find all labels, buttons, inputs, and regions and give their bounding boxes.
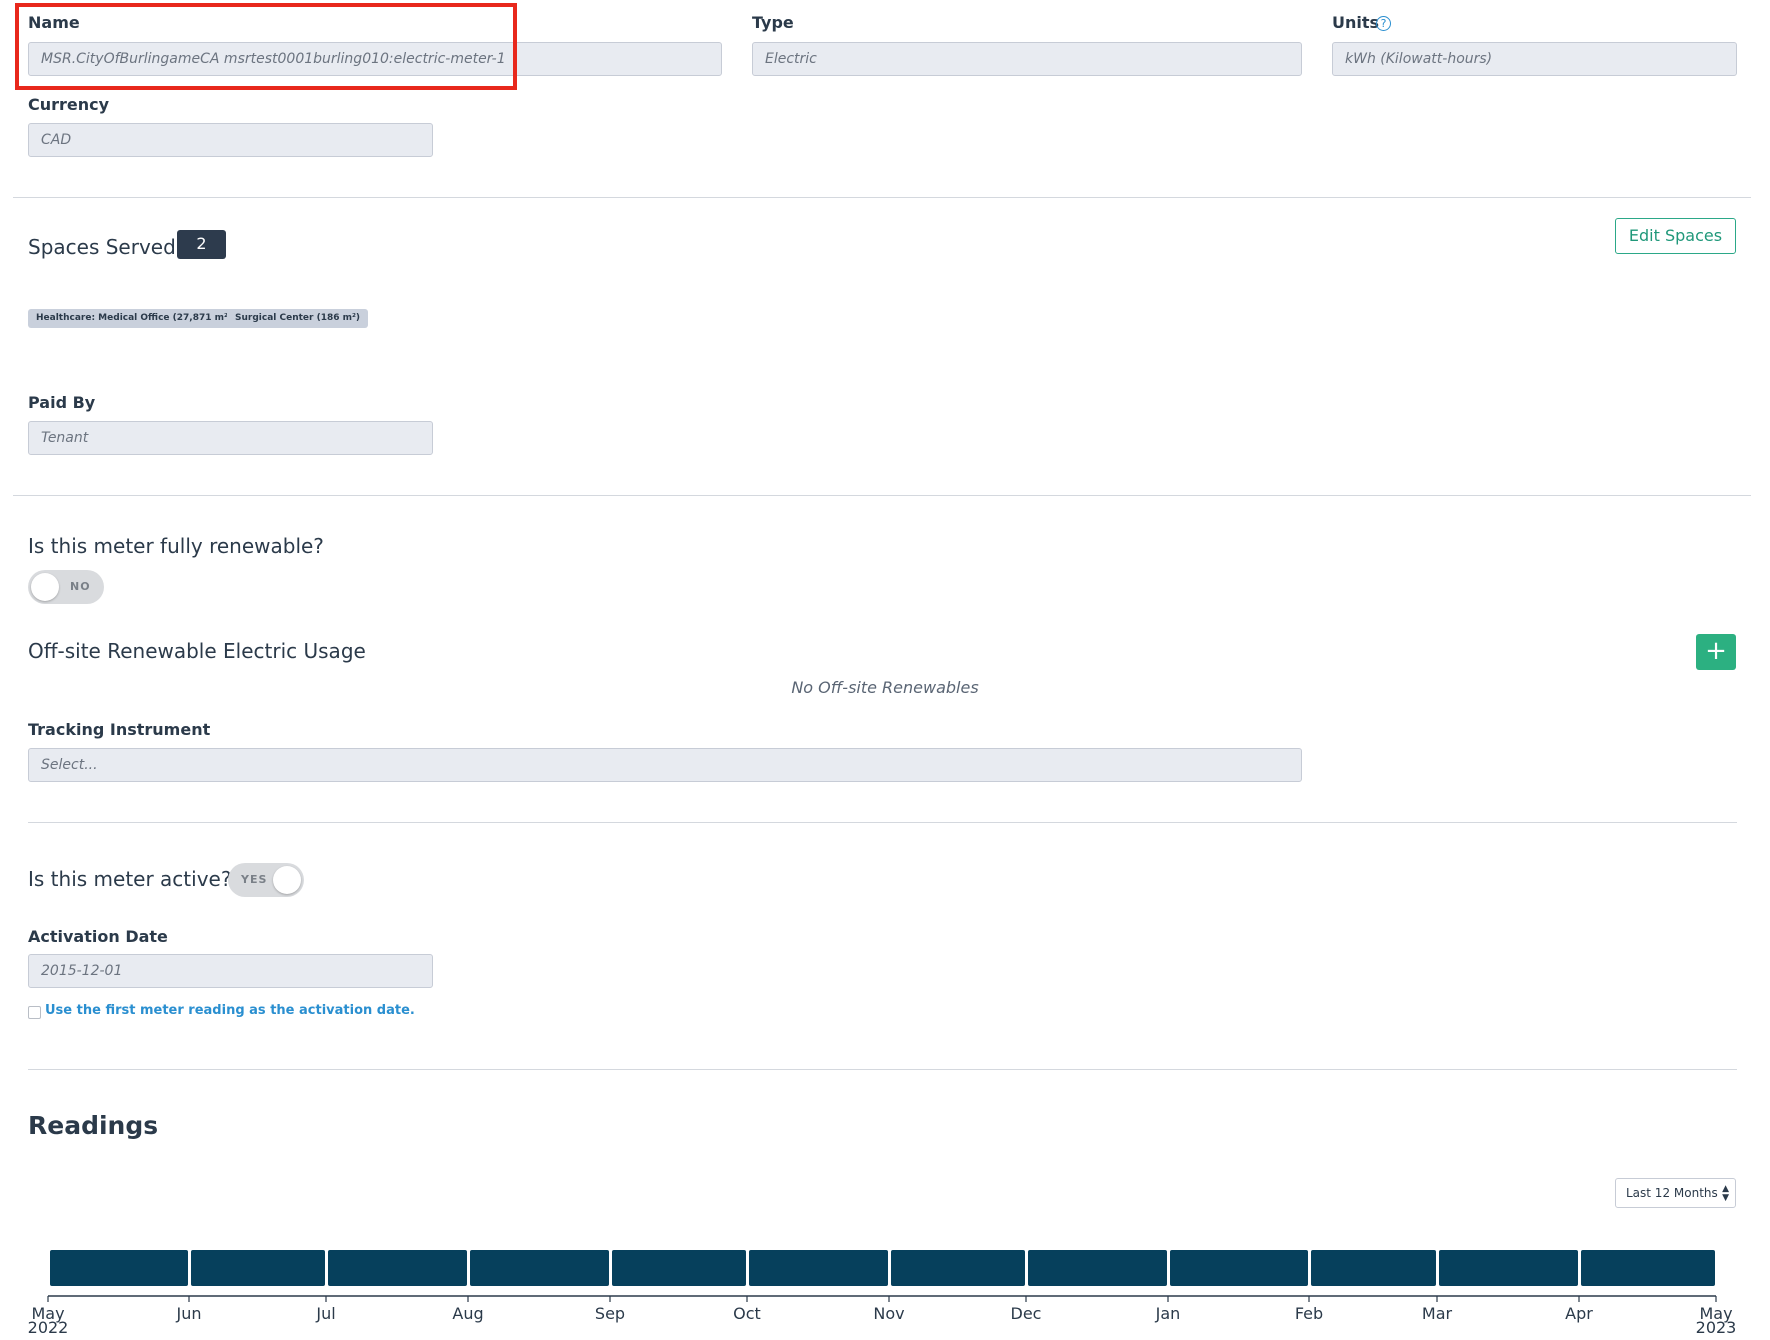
tracking-instrument-label: Tracking Instrument xyxy=(28,720,211,739)
first-reading-checkbox-label[interactable]: Use the first meter reading as the activ… xyxy=(45,1003,415,1018)
units-field[interactable]: kWh (Kilowatt-hours) xyxy=(1332,42,1737,76)
units-label: Units xyxy=(1332,13,1380,32)
range-select-value: Last 12 Months xyxy=(1626,1186,1718,1200)
divider xyxy=(13,495,1751,496)
type-label: Type xyxy=(752,13,794,32)
toggle-text: YES xyxy=(241,873,268,886)
paid-by-field[interactable]: Tenant xyxy=(28,421,433,455)
reading-bar[interactable] xyxy=(612,1250,746,1286)
offsite-renewable-heading: Off-site Renewable Electric Usage xyxy=(28,639,366,663)
select-arrows-icon: ▲ ▼ xyxy=(1722,1184,1729,1203)
active-question: Is this meter active? xyxy=(28,867,232,891)
reading-bar[interactable] xyxy=(749,1250,888,1286)
help-icon[interactable]: ? xyxy=(1376,16,1391,31)
reading-bar[interactable] xyxy=(470,1250,609,1286)
reading-bar[interactable] xyxy=(891,1250,1025,1286)
readings-heading: Readings xyxy=(28,1111,159,1140)
edit-spaces-button[interactable]: Edit Spaces xyxy=(1615,218,1736,254)
reading-bar[interactable] xyxy=(191,1250,325,1286)
paid-by-label: Paid By xyxy=(28,393,96,412)
x-tick-label: Nov xyxy=(873,1304,904,1323)
space-tag: Surgical Center (186 m²) xyxy=(227,309,369,328)
renewable-toggle[interactable]: NO xyxy=(28,570,104,604)
x-tick-label: Feb xyxy=(1295,1304,1323,1323)
reading-bar[interactable] xyxy=(328,1250,467,1286)
toggle-knob xyxy=(31,573,59,601)
x-tick-label: Jun xyxy=(176,1304,202,1323)
reading-bar[interactable] xyxy=(1439,1250,1578,1286)
spaces-count-badge: 2 xyxy=(177,230,226,259)
x-tick-label: Mar xyxy=(1422,1304,1453,1323)
x-tick-label: Sep xyxy=(595,1304,625,1323)
divider xyxy=(28,822,1737,823)
spaces-served-heading: Spaces Served: xyxy=(28,235,183,259)
readings-chart: May2022Jun Jul Aug Sep Oct Nov Dec Jan Feb Mar Apr… xyxy=(28,1250,1737,1337)
divider xyxy=(28,1069,1737,1070)
x-tick-label: Oct xyxy=(733,1304,761,1323)
reading-bar[interactable] xyxy=(50,1250,188,1286)
type-field[interactable]: Electric xyxy=(752,42,1302,76)
x-tick-label: 2022 xyxy=(28,1318,69,1337)
divider xyxy=(13,197,1751,198)
x-tick-label: Aug xyxy=(452,1304,483,1323)
renewable-question: Is this meter fully renewable? xyxy=(28,534,324,558)
no-offsite-text: No Off-site Renewables xyxy=(791,678,979,697)
currency-field[interactable]: CAD xyxy=(28,123,433,157)
highlight-box xyxy=(15,3,517,90)
reading-bar[interactable] xyxy=(1581,1250,1715,1286)
first-reading-checkbox[interactable] xyxy=(28,1006,41,1019)
active-toggle[interactable]: YES xyxy=(228,863,304,897)
x-tick-label: Apr xyxy=(1565,1304,1593,1323)
range-select[interactable]: Last 12 Months ▲ ▼ xyxy=(1615,1178,1736,1208)
space-tag: Healthcare: Medical Office (27,871 m²) xyxy=(28,309,241,328)
x-tick-label: 2023 xyxy=(1696,1318,1737,1337)
add-offsite-button[interactable]: + xyxy=(1696,634,1736,670)
x-tick-label: Dec xyxy=(1011,1304,1042,1323)
toggle-knob xyxy=(273,866,301,894)
tracking-instrument-select[interactable]: Select... xyxy=(28,748,1302,782)
reading-bar[interactable] xyxy=(1028,1250,1167,1286)
activation-date-field[interactable]: 2015-12-01 xyxy=(28,954,433,988)
toggle-text: NO xyxy=(70,580,91,593)
activation-date-label: Activation Date xyxy=(28,927,168,946)
currency-label: Currency xyxy=(28,95,110,114)
x-tick-label: Jan xyxy=(1155,1304,1181,1323)
x-tick-label: Jul xyxy=(315,1304,335,1323)
reading-bar[interactable] xyxy=(1170,1250,1308,1286)
reading-bar[interactable] xyxy=(1311,1250,1436,1286)
